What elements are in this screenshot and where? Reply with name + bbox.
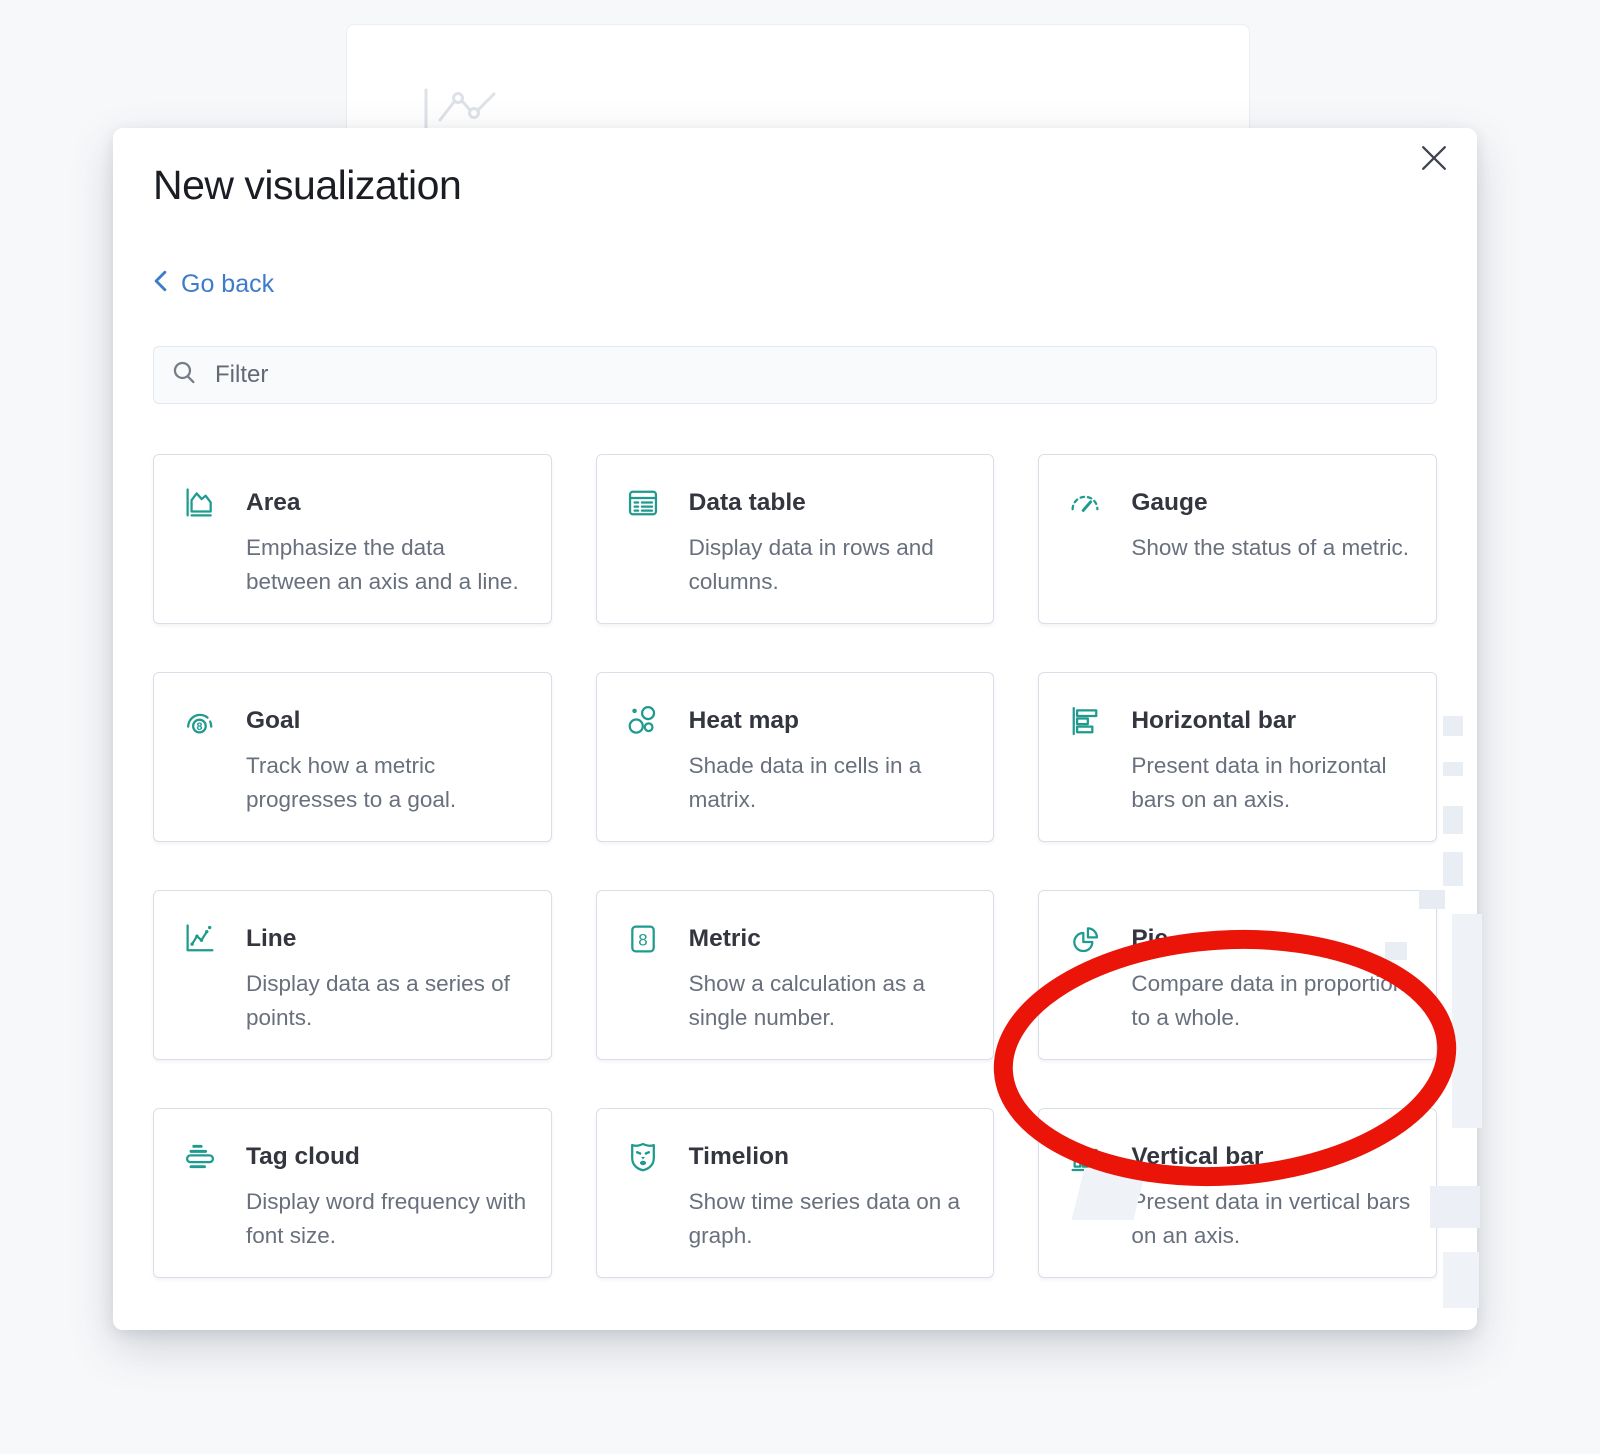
gauge-icon	[1067, 485, 1103, 521]
vis-card-title: Area	[246, 485, 527, 521]
goal-icon: 8	[182, 703, 218, 739]
vis-card-title: Pie	[1131, 921, 1412, 957]
new-visualization-modal: New visualization Go back Area Emphasize…	[113, 128, 1477, 1330]
area-chart-icon	[182, 485, 218, 521]
vis-card-description: Present data in vertical bars on an axis…	[1131, 1185, 1412, 1253]
vertical-bar-icon	[1067, 1139, 1103, 1175]
vis-card-line[interactable]: Line Display data as a series of points.	[153, 890, 552, 1060]
filter-search-box	[153, 346, 1437, 404]
close-button[interactable]	[1417, 142, 1451, 176]
vis-card-description: Show time series data on a graph.	[689, 1185, 970, 1253]
vis-card-description: Display data as a series of points.	[246, 967, 527, 1035]
vis-card-title: Line	[246, 921, 527, 957]
metric-icon: 8	[625, 921, 661, 957]
pie-chart-icon	[1067, 921, 1103, 957]
vis-card-area[interactable]: Area Emphasize the data between an axis …	[153, 454, 552, 624]
vis-card-description: Show a calculation as a single number.	[689, 967, 970, 1035]
vis-card-description: Track how a metric progresses to a goal.	[246, 749, 527, 817]
chevron-left-icon	[153, 270, 168, 299]
timelion-icon	[625, 1139, 661, 1175]
heat-map-icon	[625, 703, 661, 739]
vis-card-title: Gauge	[1131, 485, 1412, 521]
vis-card-data-table[interactable]: Data table Display data in rows and colu…	[596, 454, 995, 624]
vis-card-title: Goal	[246, 703, 527, 739]
go-back-label: Go back	[181, 270, 274, 299]
vis-card-pie[interactable]: Pie Compare data in proportion to a whol…	[1038, 890, 1437, 1060]
go-back-link[interactable]: Go back	[153, 270, 274, 299]
scroll-fade	[113, 1278, 1477, 1330]
svg-text:8: 8	[638, 931, 647, 950]
data-table-icon	[625, 485, 661, 521]
page-title: New visualization	[153, 162, 461, 209]
vis-card-title: Timelion	[689, 1139, 970, 1175]
vis-card-tag-cloud[interactable]: Tag cloud Display word frequency with fo…	[153, 1108, 552, 1278]
filter-input[interactable]	[213, 360, 1418, 390]
vis-card-metric[interactable]: 8 Metric Show a calculation as a single …	[596, 890, 995, 1060]
vis-card-title: Metric	[689, 921, 970, 957]
vis-card-description: Compare data in proportion to a whole.	[1131, 967, 1412, 1035]
line-chart-icon	[182, 921, 218, 957]
vis-card-timelion[interactable]: Timelion Show time series data on a grap…	[596, 1108, 995, 1278]
vis-card-heat-map[interactable]: Heat map Shade data in cells in a matrix…	[596, 672, 995, 842]
vis-card-gauge[interactable]: Gauge Show the status of a metric.	[1038, 454, 1437, 624]
vis-card-description: Show the status of a metric.	[1131, 531, 1412, 565]
search-icon	[172, 360, 197, 390]
vis-card-description: Display word frequency with font size.	[246, 1185, 527, 1253]
horizontal-bar-icon	[1067, 703, 1103, 739]
vis-card-goal[interactable]: 8 Goal Track how a metric progresses to …	[153, 672, 552, 842]
vis-card-vertical-bar[interactable]: Vertical bar Present data in vertical ba…	[1038, 1108, 1437, 1278]
vis-card-title: Horizontal bar	[1131, 703, 1412, 739]
vis-card-title: Heat map	[689, 703, 970, 739]
vis-card-horizontal-bar[interactable]: Horizontal bar Present data in horizonta…	[1038, 672, 1437, 842]
vis-card-description: Display data in rows and columns.	[689, 531, 970, 599]
vis-card-description: Present data in horizontal bars on an ax…	[1131, 749, 1412, 817]
vis-type-grid: Area Emphasize the data between an axis …	[153, 454, 1437, 1278]
close-icon	[1421, 145, 1447, 174]
tag-cloud-icon	[182, 1139, 218, 1175]
vis-card-description: Shade data in cells in a matrix.	[689, 749, 970, 817]
svg-text:8: 8	[196, 721, 202, 733]
vis-card-title: Tag cloud	[246, 1139, 527, 1175]
vis-card-title: Data table	[689, 485, 970, 521]
vis-card-description: Emphasize the data between an axis and a…	[246, 531, 527, 599]
vis-card-title: Vertical bar	[1131, 1139, 1412, 1175]
